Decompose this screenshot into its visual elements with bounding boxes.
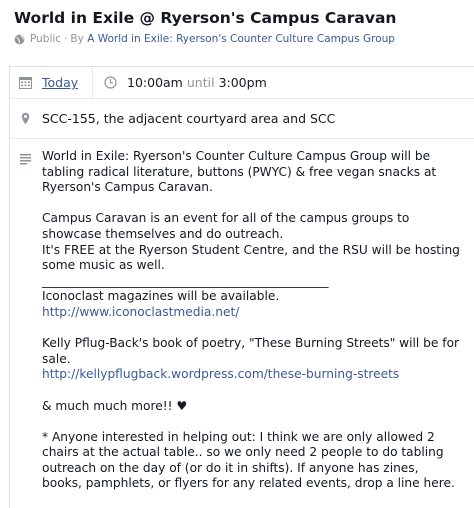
event-title: World in Exile @ Ryerson's Campus Carava… xyxy=(14,9,397,27)
event-meta: Public · By A World in Exile: Ryerson's … xyxy=(14,33,462,45)
privacy-label: Public xyxy=(30,33,62,45)
time-range: 10:00am until 3:00pm xyxy=(93,75,267,90)
iconoclast-link[interactable]: http://www.iconoclastmedia.net/ xyxy=(42,305,239,319)
start-time: 10:00am xyxy=(127,75,183,90)
book-link[interactable]: http://kellypflugback.wordpress.com/thes… xyxy=(42,367,399,381)
event-details-card: Today 10:00am until 3:00pm SCC-155, the … xyxy=(9,66,474,508)
location-text: SCC-155, the adjacent courtyard area and… xyxy=(42,111,336,126)
until-label: until xyxy=(186,75,215,90)
by-label: By xyxy=(70,33,84,45)
description-line: Kelly Pflug-Back's book of poetry, "Thes… xyxy=(42,336,460,366)
clock-icon xyxy=(104,76,117,89)
description-divider: ________________________________________… xyxy=(42,273,329,288)
description-row: World in Exile: Ryerson's Counter Cultur… xyxy=(10,139,474,508)
map-pin-icon xyxy=(21,112,29,125)
description-line: It's FREE at the Ryerson Student Centre,… xyxy=(42,242,460,273)
description-paragraph: * Anyone interested in helping out: I th… xyxy=(42,429,455,491)
description-paragraph: World in Exile: Ryerson's Counter Cultur… xyxy=(42,149,437,195)
host-link[interactable]: A World in Exile: Ryerson's Counter Cult… xyxy=(87,33,395,45)
description-line: Campus Caravan is an event for all of th… xyxy=(42,211,410,241)
description-paragraph: & much much more!! ♥ xyxy=(42,398,188,413)
event-header: World in Exile @ Ryerson's Campus Carava… xyxy=(0,0,474,56)
when-row: Today 10:00am until 3:00pm xyxy=(10,66,474,99)
date-today-link[interactable]: Today xyxy=(40,75,92,90)
description-paragraph: Campus Caravan is an event for all of th… xyxy=(42,211,460,320)
text-lines-icon xyxy=(19,154,31,165)
event-description: World in Exile: Ryerson's Counter Cultur… xyxy=(40,149,460,508)
description-paragraph: Kelly Pflug-Back's book of poetry, "Thes… xyxy=(42,336,460,383)
description-line: Iconoclast magazines will be available. xyxy=(42,289,280,304)
globe-icon xyxy=(14,34,25,44)
where-row: SCC-155, the adjacent courtyard area and… xyxy=(10,99,474,139)
meta-separator: · xyxy=(64,33,68,45)
end-time: 3:00pm xyxy=(218,75,267,90)
calendar-icon xyxy=(18,77,32,89)
